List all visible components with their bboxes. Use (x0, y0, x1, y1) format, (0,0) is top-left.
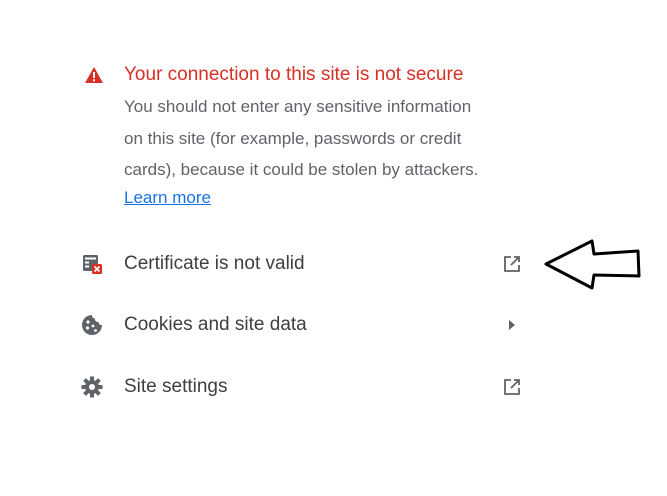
warning-description-line: cards), because it could be stolen by at… (124, 160, 479, 179)
annotation-arrow-icon (544, 239, 641, 290)
submenu-arrow-icon[interactable] (502, 315, 522, 335)
site-settings-label: Site settings (124, 376, 228, 397)
warning-description: You should not enter any sensitive infor… (124, 91, 524, 186)
open-external-icon[interactable] (502, 254, 522, 274)
gear-icon (81, 376, 103, 398)
warning-triangle-icon (85, 67, 103, 83)
cookie-icon (82, 315, 102, 335)
certificate-label: Certificate is not valid (124, 253, 305, 274)
certificate-row[interactable]: Certificate is not valid (80, 244, 530, 284)
learn-more-link[interactable]: Learn more (124, 184, 211, 212)
cookies-label: Cookies and site data (124, 314, 307, 335)
warning-title: Your connection to this site is not secu… (124, 64, 464, 85)
warning-description-line: You should not enter any sensitive infor… (124, 97, 472, 116)
certificate-error-icon (83, 255, 102, 274)
warning-description-line: on this site (for example, passwords or … (124, 128, 462, 148)
open-external-icon[interactable] (502, 377, 522, 397)
cookies-row[interactable]: Cookies and site data (80, 305, 530, 345)
site-settings-row[interactable]: Site settings (80, 367, 530, 407)
site-info-panel: Your connection to this site is not secu… (0, 0, 667, 496)
